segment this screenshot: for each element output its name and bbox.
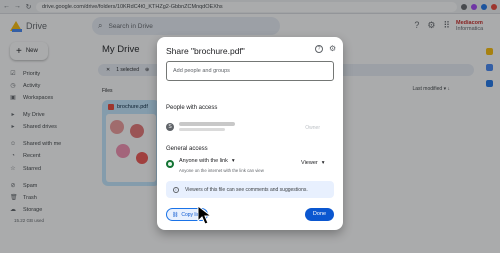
share-dialog: Share "brochure.pdf" ? ⚙ Add people and …: [157, 37, 343, 230]
person-row: S Owner: [166, 121, 336, 133]
settings-icon[interactable]: ⚙: [329, 44, 336, 53]
globe-link-icon: [166, 160, 174, 168]
people-with-access-heading: People with access: [166, 105, 218, 111]
info-banner: i Viewers of this file can see comments …: [166, 181, 334, 198]
avatar: S: [166, 123, 174, 131]
info-icon: i: [173, 186, 179, 193]
role-value: Viewer: [301, 160, 318, 166]
done-button[interactable]: Done: [305, 208, 334, 221]
general-access-description: Anyone on the internet with the link can…: [179, 168, 264, 173]
redacted-email: [179, 128, 225, 131]
role-select[interactable]: Viewer ▾: [301, 160, 324, 166]
redacted-name: [179, 122, 235, 126]
dropdown-arrow-icon: ▾: [321, 160, 325, 166]
info-text: Viewers of this file can see comments an…: [185, 186, 308, 193]
owner-role-label: Owner: [305, 125, 320, 131]
general-access-select[interactable]: Anyone with the link ▾: [179, 158, 235, 164]
dialog-title: Share "brochure.pdf": [166, 46, 245, 56]
link-icon: ⛓: [172, 211, 179, 218]
mouse-cursor-icon: [197, 205, 213, 225]
add-people-input[interactable]: Add people and groups: [166, 61, 334, 81]
dropdown-arrow-icon: ▾: [231, 158, 235, 164]
general-access-heading: General access: [166, 146, 208, 152]
general-access-value: Anyone with the link: [179, 158, 228, 164]
add-people-placeholder: Add people and groups: [173, 68, 230, 74]
help-icon[interactable]: ?: [315, 45, 323, 53]
